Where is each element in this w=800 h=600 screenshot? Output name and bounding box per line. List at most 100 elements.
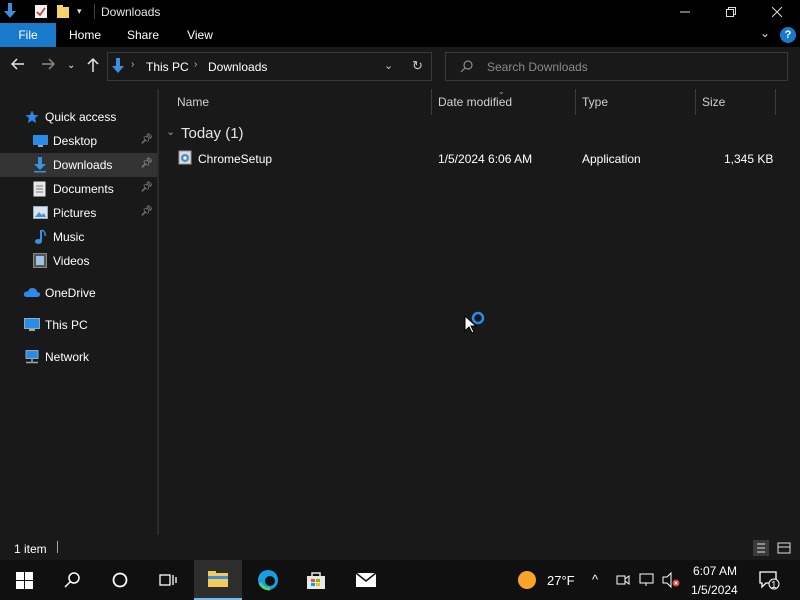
column-header-date-modified[interactable]: Date modified — [438, 95, 512, 109]
mail-icon[interactable] — [342, 560, 390, 600]
task-view-icon[interactable] — [144, 560, 192, 600]
pin-icon[interactable]: 📌︎ — [140, 182, 153, 193]
column-divider[interactable] — [575, 89, 576, 115]
pin-icon[interactable]: 📌︎ — [140, 158, 153, 169]
cortana-icon[interactable] — [96, 560, 144, 600]
sidebar-item-onedrive[interactable]: OneDrive — [0, 281, 157, 305]
sidebar-item-quick-access[interactable]: Quick access — [0, 105, 157, 129]
new-folder-icon[interactable] — [56, 4, 70, 22]
sidebar-item-label: This PC — [45, 318, 88, 332]
store-icon[interactable] — [292, 560, 340, 600]
star-icon — [25, 110, 39, 127]
item-count: 1 item — [14, 542, 47, 556]
sidebar-item-label: Downloads — [53, 158, 113, 172]
music-icon — [34, 229, 47, 248]
weather-icon[interactable] — [518, 571, 536, 592]
computer-icon — [24, 318, 40, 335]
clock-date[interactable]: 1/5/2024 — [691, 583, 738, 597]
column-header-type[interactable]: Type — [582, 95, 608, 109]
file-type: Application — [582, 152, 641, 166]
search-box[interactable]: Search Downloads — [445, 52, 788, 81]
minimize-button[interactable] — [662, 0, 708, 23]
download-arrow-icon[interactable] — [3, 2, 17, 23]
file-explorer-taskbar-icon[interactable] — [194, 560, 242, 600]
breadcrumb-this-pc[interactable]: This PC — [146, 60, 189, 74]
file-name[interactable]: ChromeSetup — [198, 152, 272, 166]
document-icon — [33, 181, 46, 200]
volume-muted-icon[interactable] — [662, 571, 680, 591]
ribbon-tabs: File Home Share View ⌄ ? — [0, 23, 800, 47]
sidebar-item-music[interactable]: Music — [0, 225, 157, 249]
sidebar-item-this-pc[interactable]: This PC — [0, 313, 157, 337]
sidebar-item-label: OneDrive — [45, 286, 96, 300]
refresh-icon[interactable]: ↻ — [412, 58, 423, 74]
search-input[interactable]: Search Downloads — [487, 60, 588, 74]
status-divider — [57, 541, 58, 553]
address-bar[interactable]: › This PC › Downloads ⌄ ↻ — [107, 52, 432, 81]
sidebar-item-downloads[interactable]: Downloads 📌︎ — [0, 153, 157, 177]
picture-icon — [33, 206, 48, 222]
sidebar-item-label: Documents — [53, 182, 114, 196]
status-bar: 1 item — [0, 536, 800, 560]
meet-now-icon[interactable] — [616, 573, 630, 590]
sidebar-item-documents[interactable]: Documents 📌︎ — [0, 177, 157, 201]
title-bar: ▾ Downloads — [0, 0, 800, 23]
tab-share[interactable]: Share — [115, 23, 171, 47]
sidebar-item-desktop[interactable]: Desktop 📌︎ — [0, 129, 157, 153]
sidebar-item-pictures[interactable]: Pictures 📌︎ — [0, 201, 157, 225]
search-icon — [460, 60, 473, 76]
recent-locations-icon[interactable]: ⌄ — [67, 60, 75, 71]
installer-app-icon — [178, 150, 193, 169]
sidebar-item-label: Quick access — [45, 110, 117, 124]
sidebar-item-label: Desktop — [53, 134, 98, 148]
tab-file[interactable]: File — [0, 23, 56, 47]
notification-count: 1 — [771, 580, 777, 591]
column-divider[interactable] — [775, 89, 776, 115]
pin-icon[interactable]: 📌︎ — [140, 134, 153, 145]
desktop-icon — [33, 134, 48, 151]
edge-icon[interactable] — [244, 560, 292, 600]
tab-view[interactable]: View — [172, 23, 228, 47]
expand-ribbon-icon[interactable]: ⌄ — [760, 26, 770, 40]
start-button[interactable] — [0, 560, 48, 600]
sidebar-item-label: Network — [45, 350, 90, 364]
breadcrumb-separator-icon[interactable]: › — [131, 59, 134, 70]
sidebar-item-videos[interactable]: Videos — [0, 249, 157, 273]
navigation-pane: Quick access Desktop 📌︎ Downloads 📌︎ Doc… — [0, 89, 157, 535]
details-view-icon[interactable] — [753, 540, 769, 556]
window-title: Downloads — [101, 5, 161, 19]
group-collapse-icon[interactable]: ⌄ — [166, 125, 175, 138]
column-divider[interactable] — [431, 89, 432, 115]
sidebar-item-label: Pictures — [53, 206, 97, 220]
properties-icon[interactable] — [34, 4, 48, 22]
column-divider[interactable] — [695, 89, 696, 115]
network-status-icon[interactable] — [639, 573, 655, 590]
help-icon[interactable]: ? — [780, 27, 796, 43]
download-icon — [33, 157, 47, 176]
cloud-icon — [23, 287, 41, 301]
column-header-size[interactable]: Size — [702, 95, 725, 109]
close-button[interactable] — [754, 0, 800, 23]
column-header-name[interactable]: Name — [177, 95, 209, 109]
busy-cursor-icon — [464, 309, 490, 338]
hidden-icons-chevron-icon[interactable]: ^ — [592, 572, 598, 587]
up-button[interactable] — [86, 57, 100, 78]
sidebar-item-network[interactable]: Network — [0, 345, 157, 369]
maximize-button[interactable] — [708, 0, 754, 23]
customize-qat-icon[interactable]: ▾ — [77, 6, 82, 17]
clock-time[interactable]: 6:07 AM — [693, 564, 737, 578]
large-icons-view-icon[interactable] — [776, 540, 792, 559]
weather-temp[interactable]: 27°F — [547, 573, 575, 588]
file-size: 1,345 KB — [724, 152, 774, 166]
search-taskbar-icon[interactable] — [48, 560, 96, 600]
breadcrumb-downloads[interactable]: Downloads — [208, 60, 267, 74]
downloads-location-icon — [111, 57, 125, 78]
forward-button[interactable] — [41, 57, 56, 76]
back-button[interactable] — [10, 57, 25, 76]
address-dropdown-icon[interactable]: ⌄ — [384, 59, 393, 72]
sidebar-item-label: Music — [53, 230, 85, 244]
group-header[interactable]: Today (1) — [181, 125, 244, 142]
pin-icon[interactable]: 📌︎ — [140, 206, 153, 217]
tab-home[interactable]: Home — [57, 23, 113, 47]
breadcrumb-separator-icon[interactable]: › — [194, 59, 197, 70]
